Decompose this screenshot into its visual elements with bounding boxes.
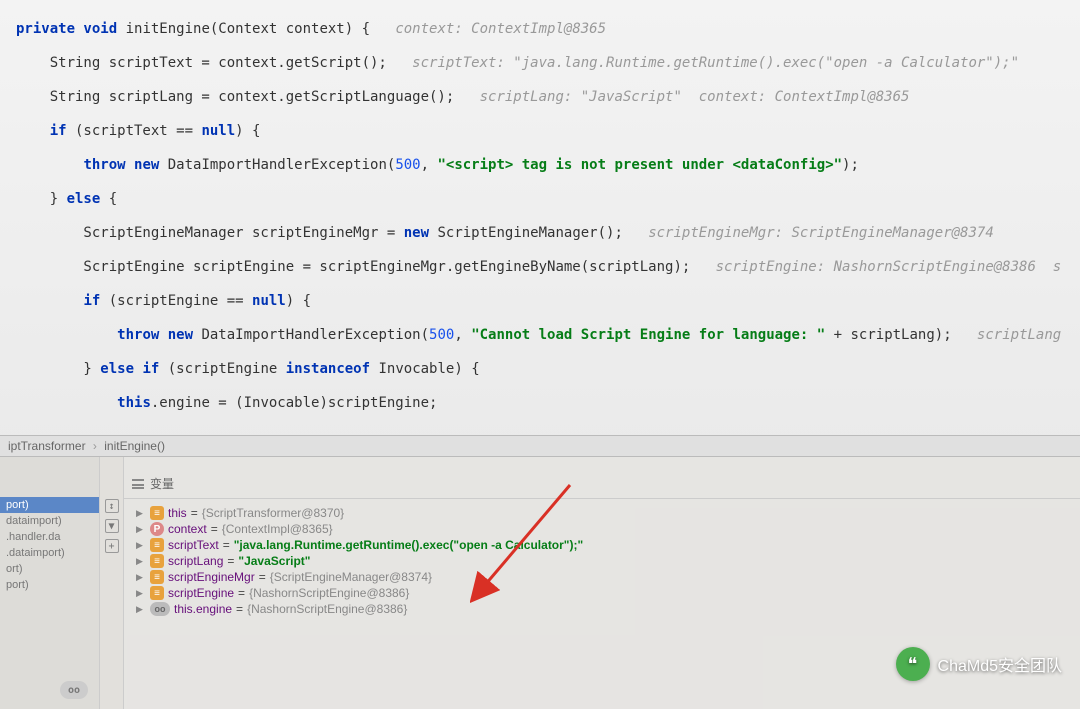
code-editor[interactable]: private void initEngine(Context context)… <box>0 0 1080 435</box>
frame-item[interactable]: .handler.da <box>0 529 99 545</box>
variable-value: {ScriptTransformer@8370} <box>202 506 344 520</box>
frame-item[interactable]: dataimport) <box>0 513 99 529</box>
variable-name: scriptEngineMgr <box>168 570 255 584</box>
code-line: throw new DataImportHandlerException(500… <box>0 326 1080 344</box>
equals-sign: = <box>223 538 230 552</box>
variable-badge-icon: ≡ <box>150 506 164 520</box>
frames-panel[interactable]: port) dataimport) .handler.da .dataimpor… <box>0 457 100 709</box>
debug-toolbar: ↕ ▼ + <box>100 457 124 709</box>
watermark-text: ChaMd5安全团队 <box>938 652 1062 676</box>
variable-badge-icon: ≡ <box>150 586 164 600</box>
variable-name: scriptEngine <box>168 586 234 600</box>
code-line: private void initEngine(Context context)… <box>0 20 1080 38</box>
expand-arrow-icon[interactable]: ▶ <box>136 540 146 551</box>
variable-value: {NashornScriptEngine@8386} <box>247 602 407 616</box>
code-line: } else { <box>0 190 1080 208</box>
equals-sign: = <box>191 506 198 520</box>
code-line: if (scriptEngine == null) { <box>0 292 1080 310</box>
code-line: if (scriptText == null) { <box>0 122 1080 140</box>
frame-item[interactable]: port) <box>0 497 99 513</box>
code-line: String scriptText = context.getScript();… <box>0 54 1080 72</box>
variables-header: 变量 <box>124 471 1080 499</box>
equals-sign: = <box>238 586 245 600</box>
variable-name: context <box>168 522 207 536</box>
breadcrumb-item[interactable]: initEngine() <box>104 439 165 453</box>
code-line: String scriptLang = context.getScriptLan… <box>0 88 1080 106</box>
variable-name: this.engine <box>174 602 232 616</box>
code-line: ScriptEngineManager scriptEngineMgr = ne… <box>0 224 1080 242</box>
variable-value: "JavaScript" <box>238 554 310 568</box>
equals-sign: = <box>236 602 243 616</box>
add-icon[interactable]: + <box>105 539 119 553</box>
variable-value: {NashornScriptEngine@8386} <box>249 586 409 600</box>
equals-sign: = <box>227 554 234 568</box>
equals-sign: = <box>211 522 218 536</box>
variable-badge-icon: ≡ <box>150 538 164 552</box>
frame-item[interactable]: ort) <box>0 561 99 577</box>
variable-row[interactable]: ▶ P context = {ContextImpl@8365} <box>124 521 1080 537</box>
variable-row[interactable]: ▶ ≡ scriptEngineMgr = {ScriptEngineManage… <box>124 569 1080 585</box>
equals-sign: = <box>259 570 266 584</box>
frame-item[interactable]: port) <box>0 577 99 593</box>
chevron-right-icon: › <box>93 439 97 453</box>
variable-value: "java.lang.Runtime.getRuntime().exec("op… <box>234 538 583 552</box>
frame-item[interactable]: .dataimport) <box>0 545 99 561</box>
expand-arrow-icon[interactable]: ▶ <box>136 556 146 567</box>
variable-badge-icon: oo <box>150 602 170 616</box>
variables-title: 变量 <box>150 475 174 492</box>
breadcrumb[interactable]: iptTransformer › initEngine() <box>0 435 1080 457</box>
variable-value: {ContextImpl@8365} <box>222 522 333 536</box>
code-line: this.engine = (Invocable)scriptEngine; <box>0 394 1080 412</box>
watermark-icon: ❝ <box>896 647 930 681</box>
variable-badge-icon: P <box>150 522 164 536</box>
expand-arrow-icon[interactable]: ▶ <box>136 508 146 519</box>
variable-badge-icon: ≡ <box>150 570 164 584</box>
expand-arrow-icon[interactable]: ▶ <box>136 572 146 583</box>
variable-row[interactable]: ▶ ≡ this = {ScriptTransformer@8370} <box>124 505 1080 521</box>
variable-row[interactable]: ▶ ≡ scriptEngine = {NashornScriptEngine@8… <box>124 585 1080 601</box>
code-line: } else if (scriptEngine instanceof Invoc… <box>0 360 1080 378</box>
variable-name: scriptText <box>168 538 219 552</box>
restore-layout-icon[interactable]: ↕ <box>105 499 119 513</box>
variable-row[interactable]: ▶ ≡ scriptLang = "JavaScript" <box>124 553 1080 569</box>
variable-row[interactable]: ▶ ≡ scriptText = "java.lang.Runtime.getRu… <box>124 537 1080 553</box>
code-line: throw new DataImportHandlerException(500… <box>0 156 1080 174</box>
glasses-icon[interactable]: oo <box>60 681 88 699</box>
list-icon <box>132 479 144 489</box>
variable-row[interactable]: ▶ oo this.engine = {NashornScriptEngine@8… <box>124 601 1080 617</box>
breadcrumb-item[interactable]: iptTransformer <box>8 439 86 453</box>
variable-badge-icon: ≡ <box>150 554 164 568</box>
variable-name: scriptLang <box>168 554 223 568</box>
expand-arrow-icon[interactable]: ▶ <box>136 588 146 599</box>
expand-arrow-icon[interactable]: ▶ <box>136 524 146 535</box>
variable-name: this <box>168 506 187 520</box>
code-line: ScriptEngine scriptEngine = scriptEngine… <box>0 258 1080 276</box>
watermark: ❝ ChaMd5安全团队 <box>896 647 1062 681</box>
filter-icon[interactable]: ▼ <box>105 519 119 533</box>
expand-arrow-icon[interactable]: ▶ <box>136 604 146 615</box>
variable-value: {ScriptEngineManager@8374} <box>270 570 432 584</box>
